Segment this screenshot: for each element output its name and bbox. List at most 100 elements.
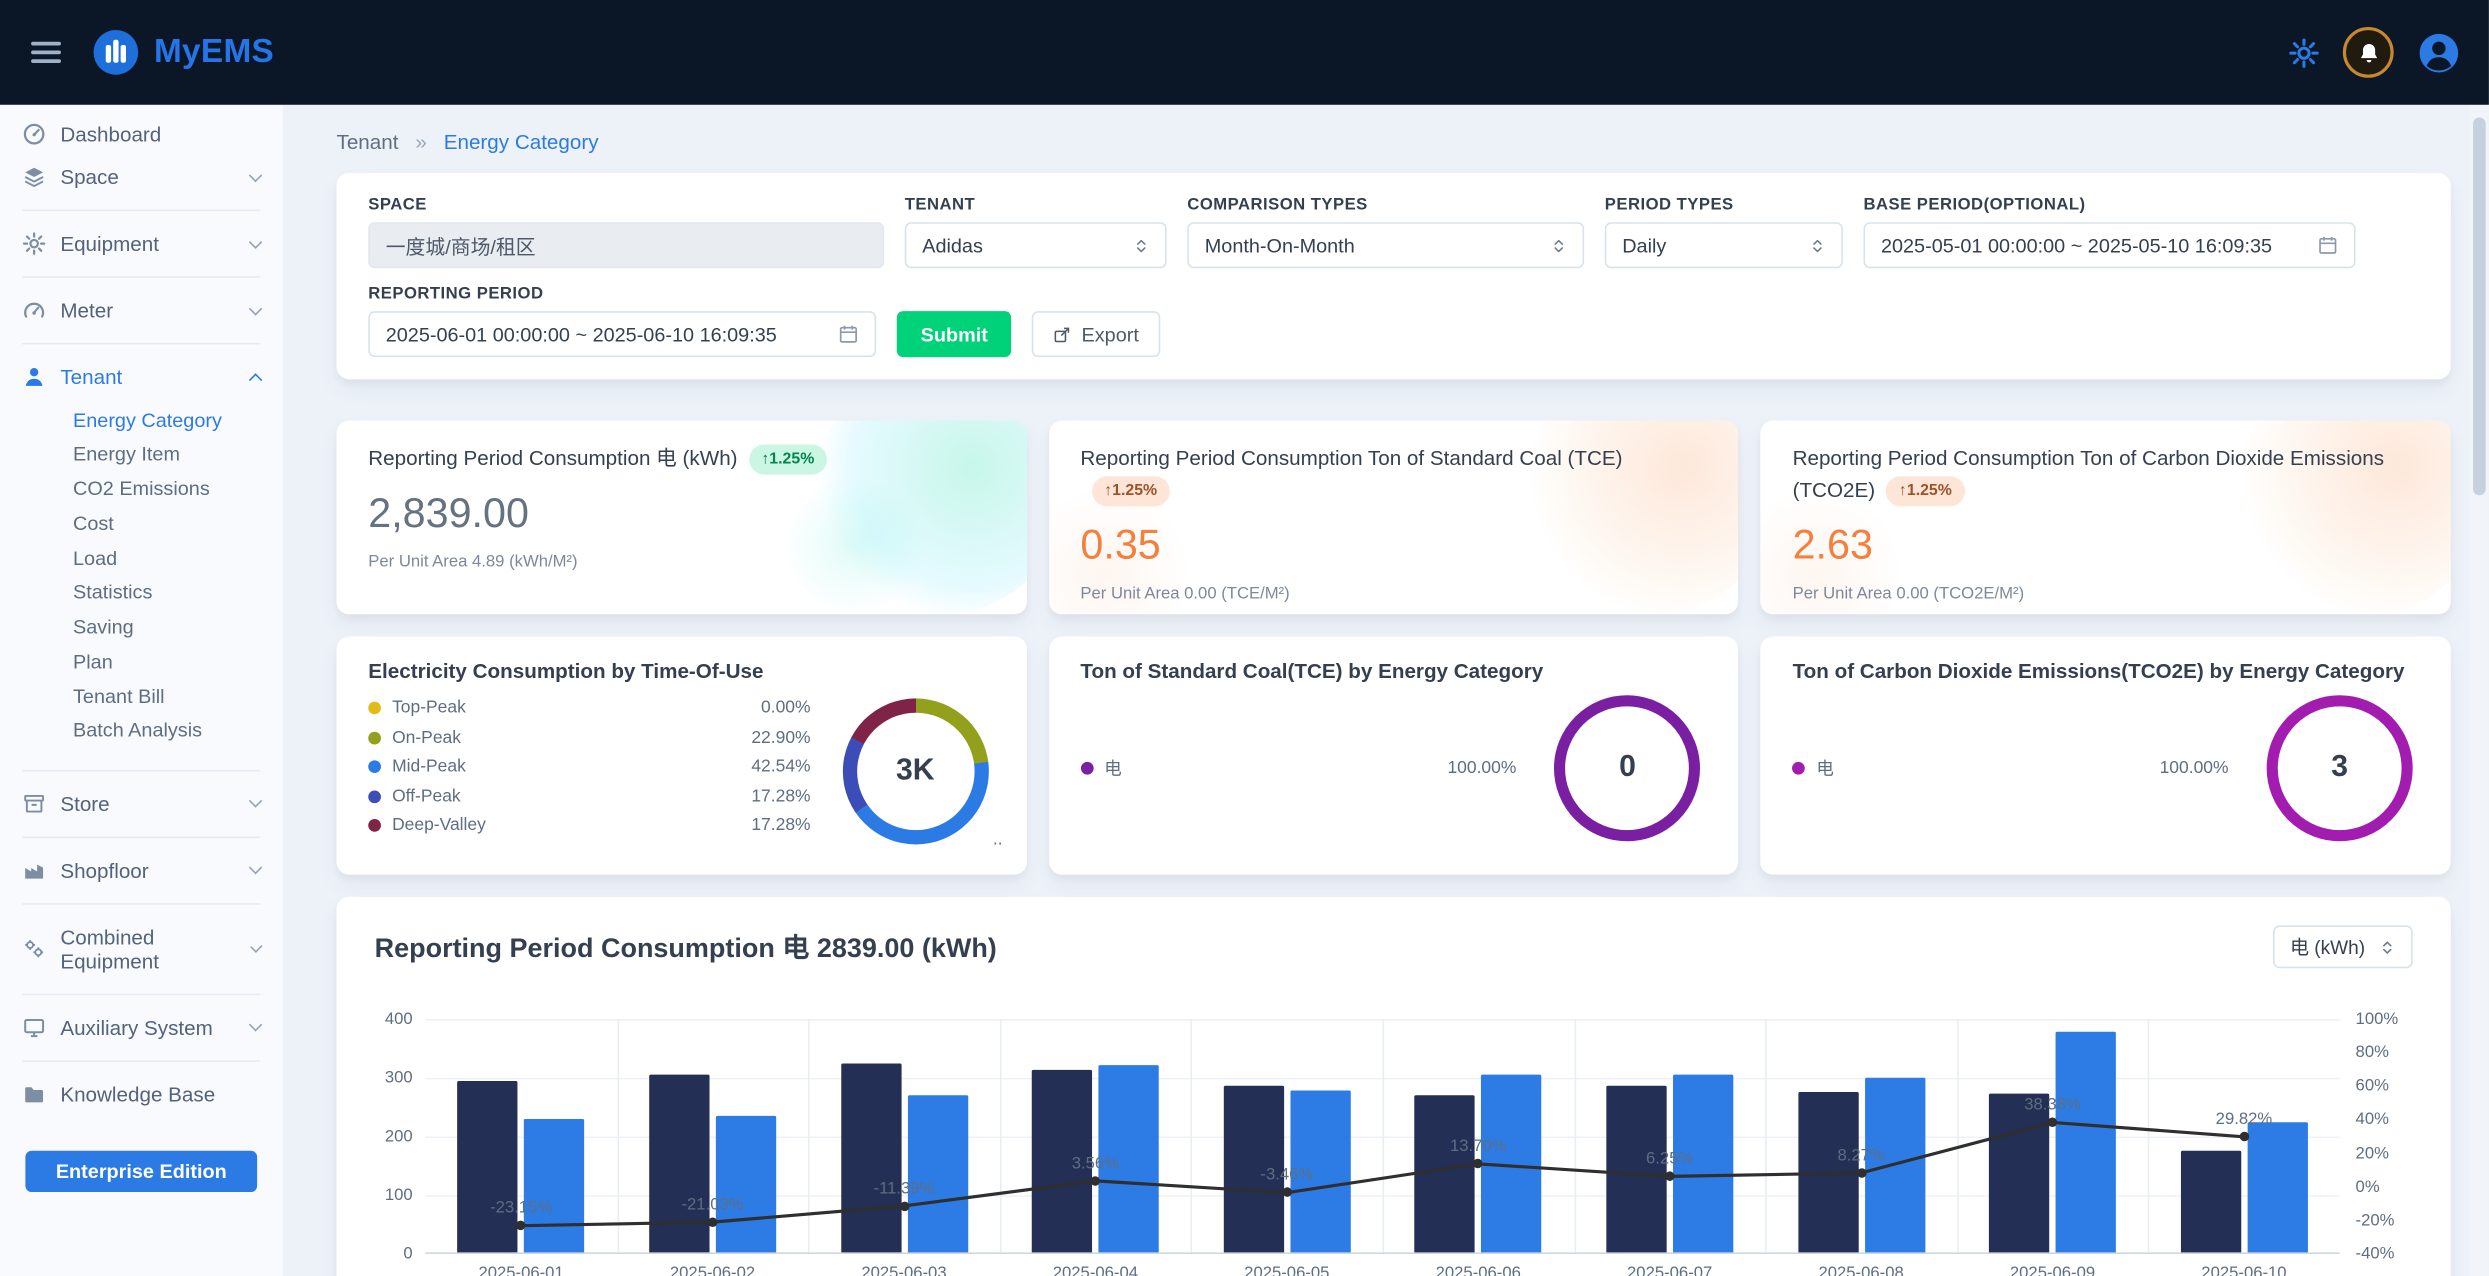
sidebar-subitem-co2-emissions[interactable]: CO2 Emissions [0, 472, 283, 507]
top-navbar: MyEMS [0, 0, 2489, 105]
change-rate-label: 29.82% [2216, 1110, 2273, 1129]
chevron-down-icon [249, 861, 262, 874]
donut-center-value: 3K [842, 698, 988, 844]
sidebar-divider [22, 343, 260, 345]
sidebar-subitem-saving[interactable]: Saving [0, 610, 283, 645]
line-point [1856, 1168, 1866, 1178]
tco2e-donut-chart[interactable]: 3 [2267, 695, 2413, 841]
page-scrollbar[interactable] [2470, 105, 2489, 1276]
sidebar-subitem-cost[interactable]: Cost [0, 507, 283, 542]
submit-button[interactable]: Submit [897, 311, 1012, 357]
brand-logo[interactable]: MyEMS [92, 29, 274, 77]
sidebar-item-label: Combined Equipment [60, 925, 237, 973]
summary-card-title: Reporting Period Consumption Ton of Carb… [1793, 446, 2384, 501]
change-rate-label: 6.25% [1646, 1149, 1693, 1168]
donut-center-value: 0 [1554, 695, 1700, 841]
legend-dot [368, 731, 381, 744]
sidebar-subitem-tenant-bill[interactable]: Tenant Bill [0, 679, 283, 714]
sidebar-subitem-load[interactable]: Load [0, 541, 283, 576]
sidebar-item-meter[interactable]: Meter [0, 289, 283, 332]
sidebar-subitem-plan[interactable]: Plan [0, 645, 283, 680]
summary-card-caption: Per Unit Area 0.00 (TCO2E/M²) [1793, 583, 2419, 602]
sidebar-item-shopfloor[interactable]: Shopfloor [0, 848, 283, 891]
period-types-label: PERIOD TYPES [1605, 195, 1843, 214]
change-rate-label: 8.27% [1837, 1146, 1884, 1165]
select-arrows-icon [2379, 937, 2395, 956]
sidebar-item-auxiliary-system[interactable]: Auxiliary System [0, 1006, 283, 1049]
comparison-types-field: COMPARISON TYPES Month-On-Month [1187, 195, 1584, 268]
sidebar-divider [22, 902, 260, 904]
calendar-icon [2317, 235, 2338, 256]
summary-card-title: Reporting Period Consumption 电 (kWh) [368, 446, 737, 470]
breadcrumb-current: Energy Category [444, 130, 599, 154]
sidebar-subitem-energy-category[interactable]: Energy Category [0, 403, 283, 438]
space-input[interactable]: 一度城/商场/租区 [368, 222, 884, 268]
sidebar-item-combined-equipment[interactable]: Combined Equipment [0, 915, 283, 982]
hamburger-menu-icon[interactable] [29, 35, 64, 70]
change-rate-label: -3.46% [1260, 1166, 1313, 1185]
legend-percent: 17.28% [751, 816, 810, 835]
sidebar-item-store[interactable]: Store [0, 782, 283, 825]
sidebar-divider [22, 276, 260, 278]
sidebar-subitem-statistics[interactable]: Statistics [0, 576, 283, 611]
breadcrumb-separator: » [415, 130, 426, 154]
sidebar-item-tenant[interactable]: Tenant [0, 356, 283, 399]
select-arrows-icon [1551, 236, 1567, 255]
sidebar-subitem-batch-analysis[interactable]: Batch Analysis [0, 714, 283, 749]
sidebar-item-space[interactable]: Space [0, 156, 283, 199]
donut-center-value: 3 [2267, 695, 2413, 841]
change-rate-label: -11.39% [874, 1179, 935, 1198]
sidebar-item-knowledge-base[interactable]: Knowledge Base [0, 1072, 283, 1115]
tce-donut-chart[interactable]: 0 [1554, 695, 1700, 841]
legend-item-mid-peak[interactable]: Mid-Peak42.54% [368, 757, 810, 776]
x-axis-label: 2025-06-08 [1818, 1263, 1903, 1276]
legend-item-on-peak[interactable]: On-Peak22.90% [368, 728, 810, 747]
legend-dot [368, 702, 381, 715]
export-icon [1053, 325, 1072, 344]
summary-card-consumption: Reporting Period Consumption 电 (kWh)↑1.2… [337, 421, 1027, 615]
chevron-down-icon [249, 235, 262, 248]
base-period-field: BASE PERIOD(OPTIONAL) 2025-05-01 00:00:0… [1863, 195, 2355, 268]
comparison-types-select[interactable]: Month-On-Month [1187, 222, 1584, 268]
period-types-select[interactable]: Daily [1605, 222, 1843, 268]
settings-gear-icon[interactable] [2289, 37, 2319, 67]
user-avatar-icon[interactable] [2417, 31, 2460, 74]
sidebar-divider [22, 210, 260, 212]
legend-item[interactable]: 电 100.00% [1793, 756, 2267, 781]
base-period-input[interactable]: 2025-05-01 00:00:00 ~ 2025-05-10 16:09:3… [1863, 222, 2355, 268]
filter-panel: SPACE 一度城/商场/租区 TENANT Adidas COMPARISON… [337, 173, 2451, 379]
legend-item-deep-valley[interactable]: Deep-Valley17.28% [368, 816, 810, 835]
tou-donut-chart[interactable]: 3K .. [842, 698, 988, 844]
sidebar-item-label: Equipment [60, 232, 159, 256]
x-axis-label: 2025-06-10 [2201, 1263, 2286, 1276]
base-period-label: BASE PERIOD(OPTIONAL) [1863, 195, 2355, 214]
sidebar-item-dashboard[interactable]: Dashboard [0, 113, 283, 156]
tenant-select[interactable]: Adidas [905, 222, 1167, 268]
chevron-down-icon [249, 1018, 262, 1031]
notifications-bell-icon[interactable] [2343, 27, 2394, 78]
legend-item-top-peak[interactable]: Top-Peak0.00% [368, 698, 810, 717]
tou-donut-card: Electricity Consumption by Time-Of-Use T… [337, 637, 1027, 875]
main-content: Tenant » Energy Category SPACE 一度城/商场/租区… [283, 105, 2470, 1276]
select-arrows-icon [1810, 236, 1826, 255]
tou-card-title: Electricity Consumption by Time-Of-Use [368, 659, 994, 683]
legend-item-off-peak[interactable]: Off-Peak17.28% [368, 787, 810, 806]
sidebar-subitem-energy-item[interactable]: Energy Item [0, 438, 283, 473]
legend-percent: 17.28% [751, 787, 810, 806]
legend-item[interactable]: 电 100.00% [1080, 756, 1554, 781]
sidebar: DashboardSpace Equipment Meter Tenant Energy… [0, 105, 283, 1276]
change-rate-label: 13.70% [1450, 1137, 1507, 1156]
scrollbar-thumb[interactable] [2473, 117, 2486, 495]
period-types-value: Daily [1622, 234, 1666, 256]
reporting-period-input[interactable]: 2025-06-01 00:00:00 ~ 2025-06-10 16:09:3… [368, 311, 876, 357]
auxiliary-system-icon [22, 1015, 46, 1039]
enterprise-edition-button[interactable]: Enterprise Edition [25, 1150, 257, 1191]
legend-label: Top-Peak [392, 698, 466, 717]
x-axis-label: 2025-06-05 [1244, 1263, 1329, 1276]
tenant-icon [22, 365, 46, 389]
breadcrumb-parent[interactable]: Tenant [337, 130, 399, 154]
unit-select[interactable]: 电 (kWh) [2272, 925, 2412, 968]
sidebar-item-equipment[interactable]: Equipment [0, 222, 283, 265]
combined-equipment-icon [22, 937, 46, 961]
export-button[interactable]: Export [1032, 311, 1159, 357]
